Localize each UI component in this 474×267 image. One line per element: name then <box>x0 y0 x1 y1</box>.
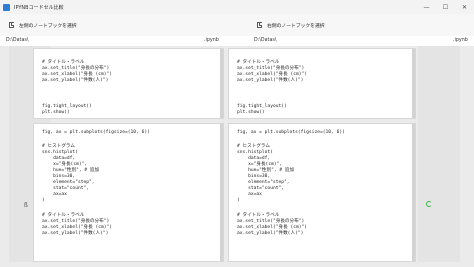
path-bar: D:\Datas\ .ipynb D:\Datas\ .ipynb <box>0 36 474 46</box>
scrollbar[interactable] <box>220 49 223 118</box>
code-line: fig, ax = plt.subplots(figsize=(10, 6)) <box>237 130 345 135</box>
select-right-notebook-button[interactable]: 右側のノートブックを選択 <box>254 19 328 31</box>
code-line: ax.set_xlabel("身長 (cm)") <box>237 72 308 77</box>
file-icon <box>257 22 262 28</box>
select-left-notebook-button[interactable]: 左側のノートブックを選択 <box>6 19 80 31</box>
code-line: ax=ax <box>237 192 262 197</box>
code-line: # ヒストグラム <box>237 144 270 149</box>
right-path-ext: .ipynb <box>453 38 468 43</box>
code-line: hue="性別", # 追加 <box>237 168 295 173</box>
code-line: plt.show() <box>42 110 70 115</box>
code-line: element="step", <box>42 180 95 185</box>
app-icon <box>3 3 10 11</box>
right-gutter <box>418 46 460 262</box>
select-left-notebook-label: 左側のノートブックを選択 <box>19 23 77 29</box>
right-path-dir: D:\Datas\ <box>254 38 277 43</box>
code-line: # タイトル・ラベル <box>42 60 85 65</box>
scrollbar[interactable] <box>220 124 223 261</box>
code-line: # タイトル・ラベル <box>42 213 85 218</box>
title-bar: IPYNBコードセル比較 — ☐ ✕ <box>0 0 474 14</box>
maximize-button[interactable]: ☐ <box>436 0 455 14</box>
code-line: data=df, <box>42 156 76 161</box>
code-line: hue="性別", # 追加 <box>42 168 100 173</box>
code-line: sns.histplot( <box>42 150 78 155</box>
scrollbar[interactable] <box>412 49 415 118</box>
minimize-button[interactable]: — <box>417 0 436 14</box>
code-line: plt.show() <box>237 110 265 115</box>
scrollbar[interactable] <box>412 124 415 261</box>
code-line: fig.tight_layout() <box>237 104 287 109</box>
code-line: data=df, <box>237 156 271 161</box>
code-line: ax.set_title("身長の分布") <box>237 66 305 71</box>
code-line: ax.set_title("身長の分布") <box>237 219 305 224</box>
code-line: ) <box>237 198 240 203</box>
code-line: ax.set_ylabel("件数(人)") <box>42 231 109 236</box>
code-line: # タイトル・ラベル <box>237 60 280 65</box>
code-line: fig.tight_layout() <box>42 104 92 109</box>
code-line: stat="count", <box>42 186 90 191</box>
code-line: x="身長(cm)", <box>237 162 283 167</box>
brush-icon[interactable]: ß <box>24 202 28 209</box>
code-line: ax.set_ylabel("件数(人)") <box>42 78 109 83</box>
code-line: bins=30, <box>237 174 271 179</box>
code-line: sns.histplot( <box>237 150 273 155</box>
left-bottom-cell[interactable]: fig, ax = plt.subplots(figsize=(10, 6)) … <box>33 123 224 262</box>
right-bottom-cell[interactable]: fig, ax = plt.subplots(figsize=(10, 6)) … <box>228 123 416 262</box>
window-controls: — ☐ ✕ <box>417 0 474 14</box>
code-line: ax=ax <box>42 192 67 197</box>
code-line: ax.set_xlabel("身長 (cm)") <box>42 72 113 77</box>
toolbar: 左側のノートブックを選択 右側のノートブックを選択 <box>0 14 474 36</box>
right-top-cell[interactable]: # タイトル・ラベル ax.set_title("身長の分布") ax.set_… <box>228 48 416 119</box>
code-line: # タイトル・ラベル <box>237 213 280 218</box>
close-button[interactable]: ✕ <box>455 0 474 14</box>
window-title: IPYNBコードセル比較 <box>14 4 64 11</box>
compare-area: ß # タイトル・ラベル ax.set_title("身長の分布") ax.se… <box>0 46 474 267</box>
code-line: ax.set_ylabel("件数(人)") <box>237 78 304 83</box>
code-line: stat="count", <box>237 186 285 191</box>
code-line: # ヒストグラム <box>42 144 75 149</box>
code-line: ax.set_title("身長の分布") <box>42 219 110 224</box>
refresh-icon[interactable] <box>426 201 432 207</box>
code-line: element="step", <box>237 180 290 185</box>
left-top-cell[interactable]: # タイトル・ラベル ax.set_title("身長の分布") ax.set_… <box>33 48 224 119</box>
file-icon <box>9 22 14 28</box>
code-line: x="身長(cm)", <box>42 162 88 167</box>
code-line: ax.set_xlabel("身長 (cm)") <box>42 225 113 230</box>
code-line: fig, ax = plt.subplots(figsize=(10, 6)) <box>42 130 150 135</box>
left-path-dir: D:\Datas\ <box>6 38 29 43</box>
code-line: ) <box>42 198 45 203</box>
code-line: bins=30, <box>42 174 76 179</box>
left-path-ext: .ipynb <box>204 38 219 43</box>
code-line: ax.set_title("身長の分布") <box>42 66 110 71</box>
select-right-notebook-label: 右側のノートブックを選択 <box>267 23 325 29</box>
code-line: ax.set_ylabel("件数(人)") <box>237 231 304 236</box>
code-line: ax.set_xlabel("身長 (cm)") <box>237 225 308 230</box>
